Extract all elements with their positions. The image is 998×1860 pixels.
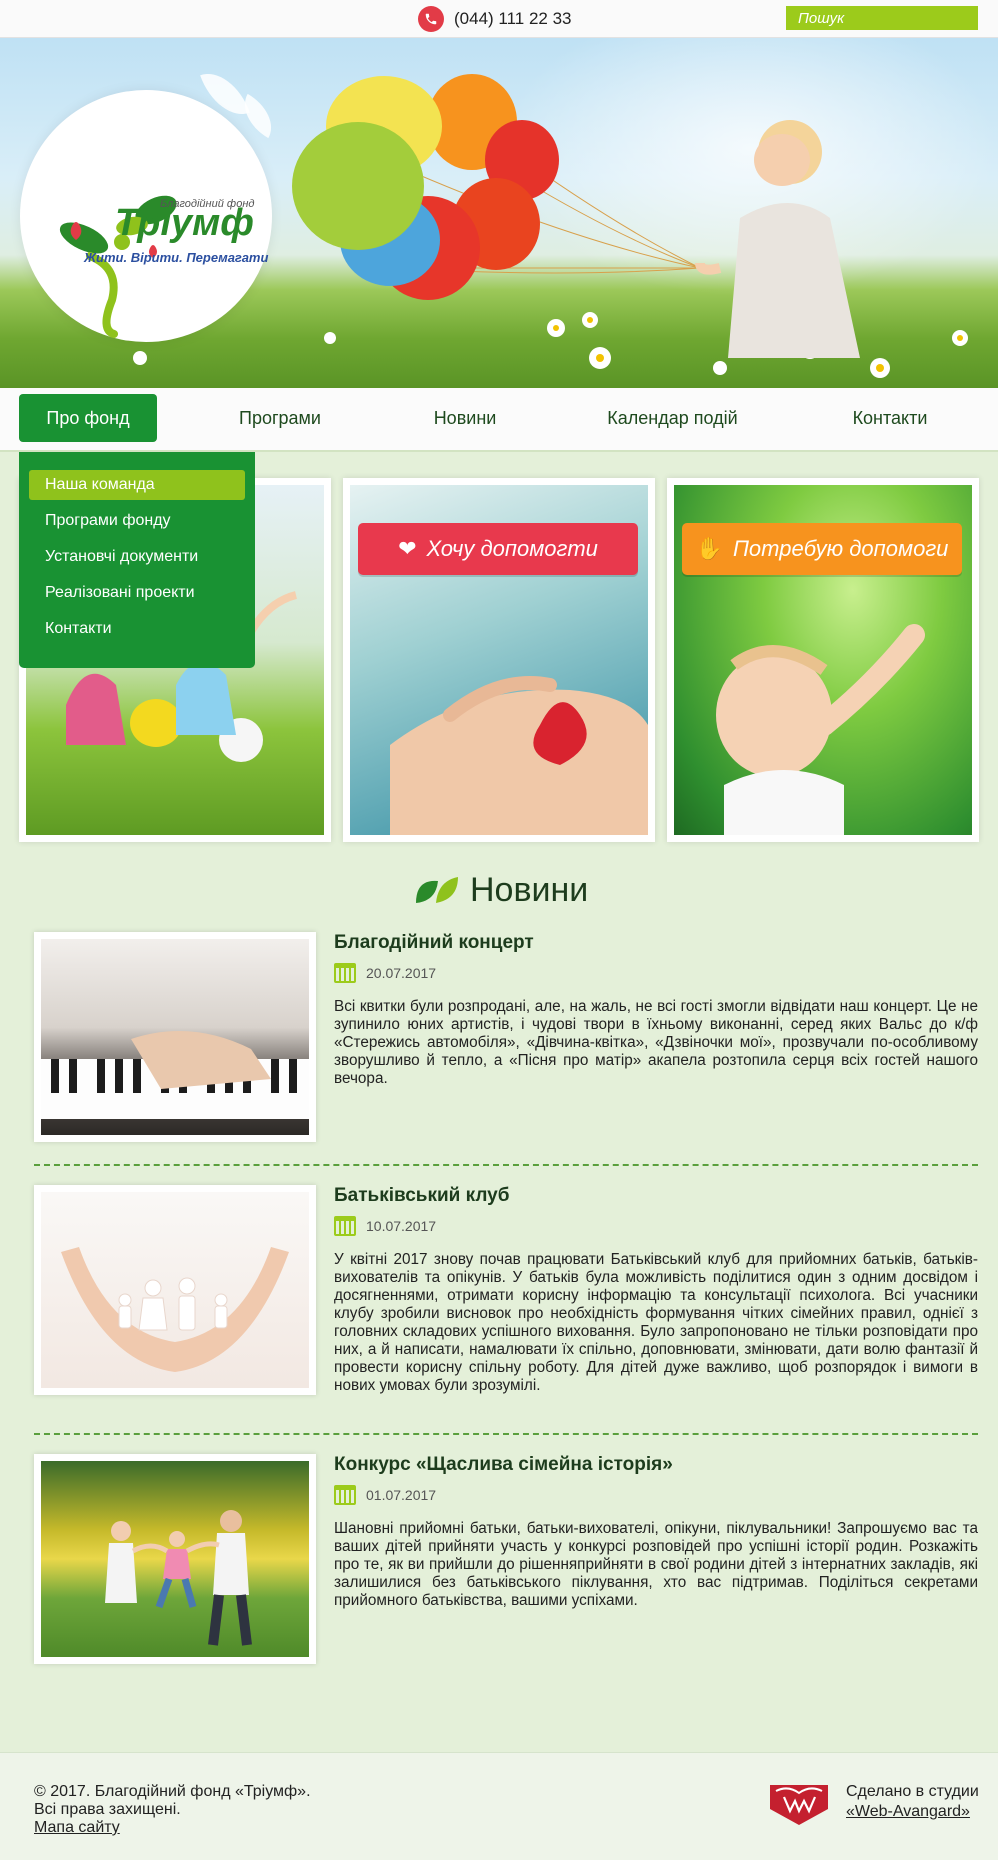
news-title-text: Новини [470, 870, 589, 909]
nav-item-news[interactable]: Новини [410, 394, 520, 442]
calendar-icon [334, 1485, 356, 1505]
studio-credit: Сделано в студии [846, 1783, 979, 1800]
dropdown-item-documents[interactable]: Установчі документи [29, 542, 245, 572]
news-date: 01.07.2017 [334, 1484, 436, 1506]
footer-copyright: © 2017. Благодійний фонд «Тріумф». Всі п… [34, 1783, 311, 1819]
phone-block[interactable]: (044) 111 22 33 [418, 6, 572, 32]
nav-item-about[interactable]: Про фонд [19, 394, 157, 442]
nav-item-contacts[interactable]: Контакти [838, 394, 942, 442]
news-item: Благодійний концерт 20.07.2017 Всі квитк… [34, 932, 978, 1146]
news-text: Всі квитки були розпродані, але, на жаль… [334, 998, 978, 1087]
calendar-icon [334, 963, 356, 983]
news-text: Шановні прийомні батьки, батьки-виховате… [334, 1520, 978, 1609]
card-image: ❤ Хочу допомогти [350, 485, 648, 835]
copyright-line: Всі права захищені. [34, 1801, 181, 1818]
logo-name: Тріумф [115, 202, 254, 244]
dropdown-item-team[interactable]: Наша команда [29, 470, 245, 500]
leaves-icon [414, 875, 460, 905]
logo-tagline: Жити. Вірити. Перемагати [84, 250, 269, 265]
nav-item-calendar[interactable]: Календар подій [590, 394, 755, 442]
news-date-value: 01.07.2017 [366, 1487, 437, 1503]
need-help-label: Потребую допомоги [732, 536, 949, 561]
news-date-value: 10.07.2017 [366, 1218, 437, 1234]
card-image: ✋ Потребую допомоги [674, 485, 972, 835]
news-item: Конкурс «Щаслива сімейна історія» 01.07.… [34, 1454, 978, 1668]
news-section-title: Новини [414, 868, 588, 912]
dropdown-item-contacts[interactable]: Контакти [29, 614, 245, 644]
piano-image [41, 939, 309, 1135]
studio-link[interactable]: «Web-Avangard» [846, 1803, 970, 1821]
family-park-image [41, 1461, 309, 1657]
copyright-line: © 2017. Благодійний фонд «Тріумф». [34, 1783, 311, 1800]
top-bar: (044) 111 22 33 [0, 0, 998, 38]
news-thumbnail[interactable] [34, 1185, 316, 1395]
about-dropdown-menu: Наша команда Програми фонду Установчі до… [19, 452, 255, 668]
news-title[interactable]: Благодійний концерт [334, 932, 534, 954]
phone-number: (044) 111 22 33 [454, 9, 572, 28]
sitemap-link[interactable]: Мапа сайту [34, 1819, 120, 1837]
news-divider [34, 1433, 978, 1435]
dropdown-item-projects[interactable]: Реалізовані проекти [29, 578, 245, 608]
footer: © 2017. Благодійний фонд «Тріумф». Всі п… [0, 1752, 998, 1860]
search-box [786, 6, 998, 30]
want-help-label: Хочу допомогти [426, 536, 598, 561]
main-nav: Про фонд Програми Новини Календар подій … [0, 388, 998, 452]
web-avangard-logo[interactable] [768, 1783, 830, 1827]
news-text: У квітні 2017 знову почав працювати Бать… [334, 1251, 978, 1394]
news-date-value: 20.07.2017 [366, 965, 437, 981]
news-thumbnail[interactable] [34, 1454, 316, 1664]
dropdown-item-programs[interactable]: Програми фонду [29, 506, 245, 536]
card-need-help[interactable]: ✋ Потребую допомоги [667, 478, 979, 842]
heart-icon: ❤ [398, 536, 417, 561]
want-help-button[interactable]: ❤ Хочу допомогти [358, 523, 638, 575]
news-title[interactable]: Конкурс «Щаслива сімейна історія» [334, 1454, 673, 1476]
need-help-button[interactable]: ✋ Потребую допомоги [682, 523, 962, 575]
nav-item-programs[interactable]: Програми [220, 394, 340, 442]
hand-icon: ✋ [695, 536, 723, 561]
calendar-icon [334, 1216, 356, 1236]
hands-family-image [41, 1192, 309, 1388]
card-want-help[interactable]: ❤ Хочу допомогти [343, 478, 655, 842]
search-input[interactable] [786, 6, 998, 30]
news-title[interactable]: Батьківський клуб [334, 1185, 509, 1207]
news-thumbnail[interactable] [34, 932, 316, 1142]
news-date: 20.07.2017 [334, 962, 436, 984]
news-item: Батьківський клуб 10.07.2017 У квітні 20… [34, 1185, 978, 1399]
news-divider [34, 1164, 978, 1166]
phone-icon [418, 6, 444, 32]
hero-banner: Благодійний фонд Тріумф Жити. Вірити. Пе… [0, 38, 998, 388]
news-date: 10.07.2017 [334, 1215, 436, 1237]
